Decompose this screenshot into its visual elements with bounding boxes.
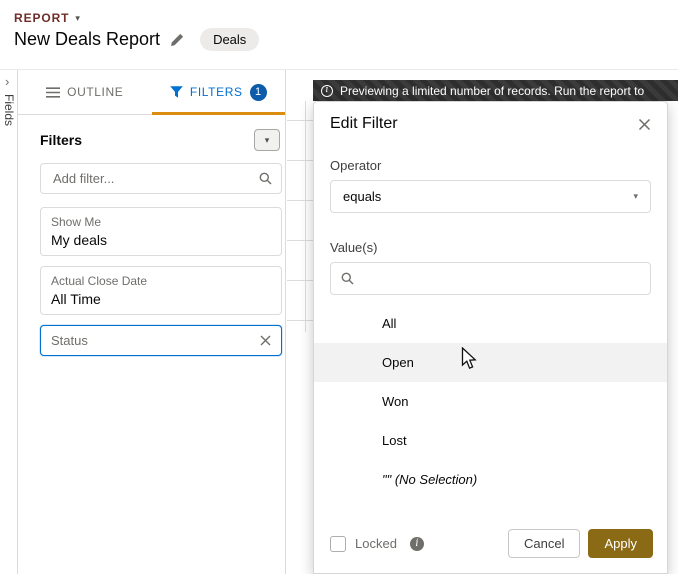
- tab-outline[interactable]: OUTLINE: [18, 70, 152, 114]
- outline-icon: [46, 86, 61, 98]
- values-search-input[interactable]: [330, 262, 651, 295]
- chevron-down-icon: ▾: [264, 134, 270, 145]
- preview-table-gridlines: [287, 81, 313, 327]
- value-option-no-selection[interactable]: "" (No Selection): [314, 460, 667, 499]
- value-option-lost[interactable]: Lost: [314, 421, 667, 460]
- values-label: Value(s): [330, 240, 378, 255]
- remove-filter-button[interactable]: [260, 335, 271, 346]
- tab-filters-label: FILTERS: [189, 85, 243, 99]
- filters-menu-button[interactable]: ▾: [254, 129, 280, 151]
- filters-panel: OUTLINE FILTERS 1 Filters ▾ Add filter..…: [18, 70, 286, 574]
- pencil-icon: [171, 33, 184, 46]
- filters-count-badge: 1: [249, 83, 267, 101]
- add-filter-searchbox: [40, 163, 282, 194]
- locked-checkbox[interactable]: [330, 535, 346, 552]
- locked-info-icon[interactable]: i: [409, 536, 424, 551]
- search-icon: [259, 172, 272, 185]
- filter-card-show-me[interactable]: Show Me My deals: [40, 207, 282, 256]
- value-option-open[interactable]: Open: [314, 343, 667, 382]
- operator-selected-value: equals: [343, 189, 382, 204]
- preview-banner-text: Previewing a limited number of records. …: [340, 83, 645, 98]
- value-option-all[interactable]: All: [314, 304, 667, 343]
- chevron-down-icon: ▾: [75, 12, 80, 23]
- filter-card-status[interactable]: Status: [40, 325, 282, 356]
- chevron-down-icon: ▾: [633, 191, 638, 201]
- edit-filter-popover: Edit Filter Operator equals ▾ Value(s) A…: [313, 101, 668, 574]
- fields-rail[interactable]: › Fields: [0, 70, 18, 574]
- apply-button[interactable]: Apply: [588, 529, 653, 558]
- report-builder-screen: REPORT ▾ New Deals Report Deals › Fields…: [0, 0, 678, 574]
- operator-select[interactable]: equals ▾: [330, 180, 651, 213]
- report-type-menu[interactable]: REPORT ▾: [14, 11, 80, 25]
- expand-fields-icon[interactable]: ›: [5, 74, 9, 89]
- report-type-label: REPORT: [14, 11, 70, 25]
- filter-funnel-icon: [170, 86, 183, 98]
- search-icon: [341, 272, 354, 285]
- filter-card-value: All Time: [51, 291, 101, 307]
- value-options-list: All Open Won Lost "" (No Selection): [314, 304, 667, 499]
- cancel-button[interactable]: Cancel: [508, 529, 581, 558]
- filter-card-value: My deals: [51, 232, 108, 248]
- popover-footer: Locked i Cancel Apply: [314, 529, 667, 558]
- info-icon: i: [321, 84, 333, 97]
- value-option-won[interactable]: Won: [314, 382, 667, 421]
- values-searchbox: [330, 262, 651, 295]
- operator-label: Operator: [330, 158, 382, 173]
- tab-outline-label: OUTLINE: [67, 85, 124, 99]
- filter-card-close-date[interactable]: Actual Close Date All Time: [40, 266, 282, 315]
- locked-label: Locked: [355, 536, 397, 551]
- close-popover-button[interactable]: [638, 118, 651, 131]
- filter-card-label: Actual Close Date: [51, 274, 148, 288]
- filter-card-label: Status: [51, 333, 88, 348]
- header: REPORT ▾ New Deals Report Deals: [0, 0, 678, 70]
- filters-panel-body: Filters ▾ Show Me My deals Actual Close …: [18, 115, 285, 356]
- preview-table-column-border: [305, 101, 306, 332]
- page-title: New Deals Report: [14, 29, 161, 49]
- panel-tabbar: OUTLINE FILTERS 1: [18, 70, 285, 115]
- preview-banner: i Previewing a limited number of records…: [313, 80, 678, 101]
- close-icon: [638, 118, 651, 130]
- add-filter-input[interactable]: [40, 163, 282, 194]
- edit-title-button[interactable]: [170, 33, 184, 47]
- fields-rail-label: Fields: [2, 94, 16, 127]
- object-badge: Deals: [200, 28, 260, 51]
- close-icon: [260, 335, 271, 346]
- popover-title: Edit Filter: [330, 115, 398, 132]
- tab-filters[interactable]: FILTERS 1: [151, 70, 286, 115]
- filters-heading: Filters: [40, 132, 83, 148]
- filter-card-label: Show Me: [51, 215, 102, 229]
